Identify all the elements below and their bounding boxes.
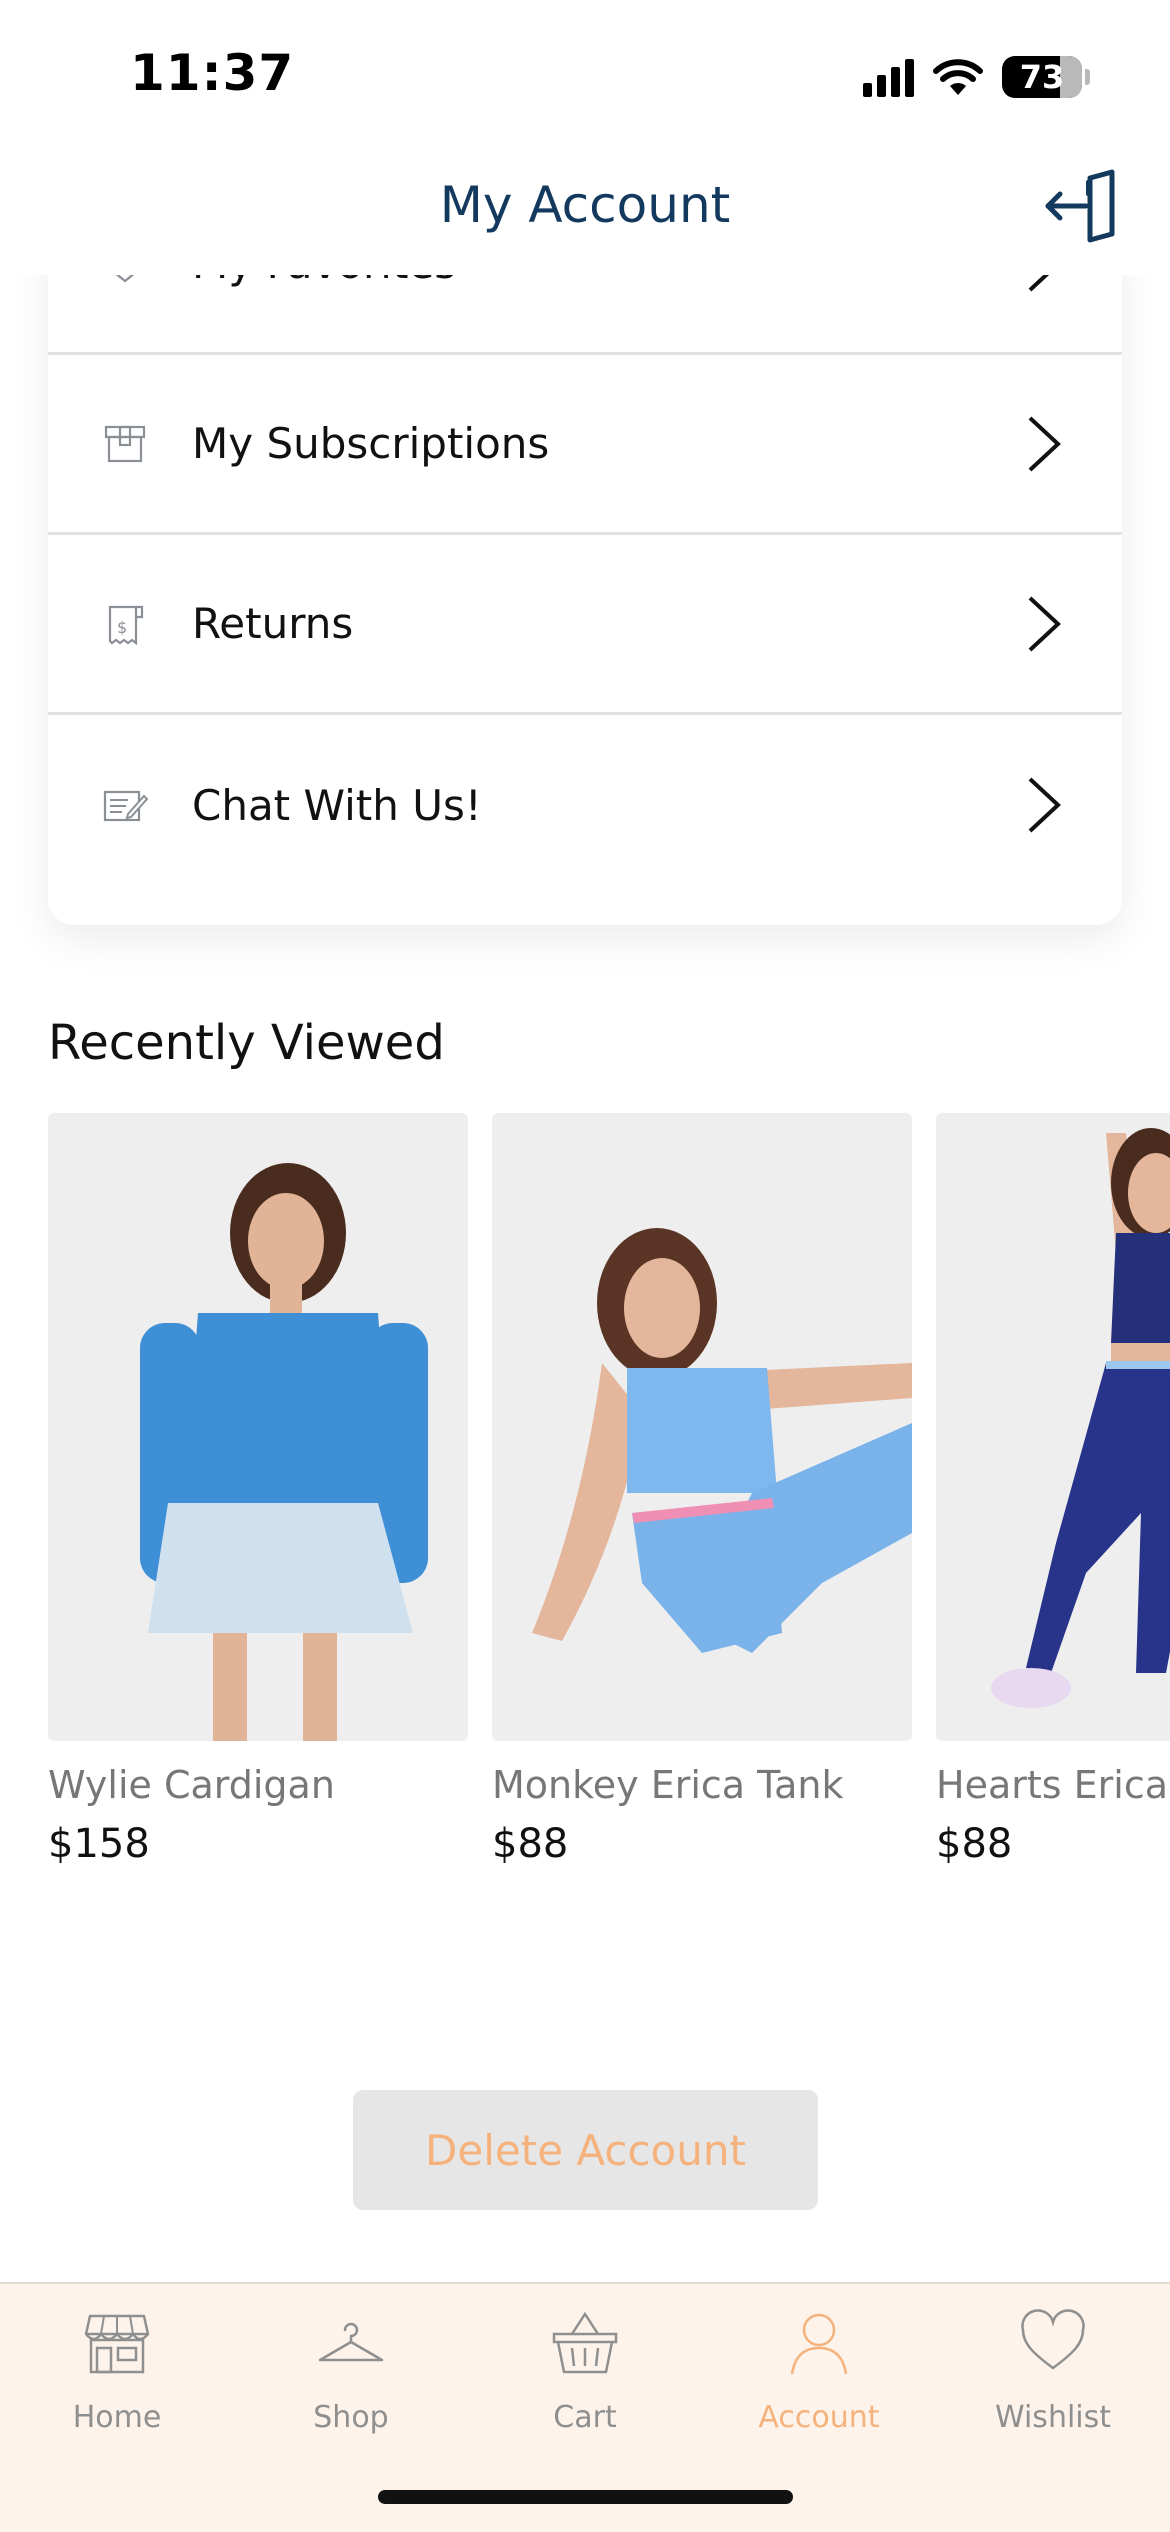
tab-label: Shop xyxy=(313,2400,389,2435)
basket-icon xyxy=(552,2311,618,2374)
delete-account-button[interactable]: Delete Account xyxy=(353,2090,818,2210)
battery-level: 73 xyxy=(1019,58,1065,96)
product-price: $158 xyxy=(48,1821,150,1867)
chevron-right-icon xyxy=(1028,416,1061,471)
heart-icon xyxy=(1021,2309,1085,2370)
nav-header: My Account xyxy=(0,140,1170,275)
product-name[interactable]: Hearts Erica Tank xyxy=(936,1763,1170,1807)
hanger-icon xyxy=(318,2322,384,2362)
menu-item-subscriptions[interactable]: My Subscriptions xyxy=(48,355,1122,535)
receipt-icon: $ xyxy=(108,605,144,645)
product-image[interactable] xyxy=(48,1113,468,1741)
storefront-icon xyxy=(84,2314,150,2374)
product-price: $88 xyxy=(936,1821,1013,1867)
tab-shop[interactable]: Shop xyxy=(234,2308,468,2435)
account-menu: My Favorites My Subscriptions $ Returns xyxy=(48,240,1122,925)
box-icon xyxy=(104,425,146,462)
product-price: $88 xyxy=(492,1821,569,1867)
product-name[interactable]: Wylie Cardigan xyxy=(48,1763,468,1807)
menu-item-returns[interactable]: $ Returns xyxy=(48,535,1122,715)
status-icons: 73 xyxy=(863,52,1090,102)
chevron-right-icon xyxy=(1028,777,1061,833)
edit-note-icon xyxy=(103,790,148,822)
product-card[interactable]: Monkey Erica Tank $88 xyxy=(492,1113,912,1867)
tab-label: Account xyxy=(758,2400,880,2435)
battery-icon: 73 xyxy=(1002,56,1082,98)
product-image[interactable] xyxy=(936,1113,1170,1741)
product-name[interactable]: Monkey Erica Tank xyxy=(492,1763,912,1807)
product-image[interactable] xyxy=(492,1113,912,1741)
svg-text:$: $ xyxy=(117,618,127,637)
recently-viewed-title: Recently Viewed xyxy=(48,1015,445,1071)
tab-account[interactable]: Account xyxy=(702,2308,936,2435)
home-indicator xyxy=(378,2490,793,2504)
page-title: My Account xyxy=(439,176,731,234)
person-icon xyxy=(790,2313,848,2375)
logout-icon[interactable] xyxy=(1042,168,1122,248)
chevron-right-icon xyxy=(1028,596,1061,651)
product-card[interactable]: Hearts Erica Tank $88 xyxy=(936,1113,1170,1867)
cellular-signal-icon xyxy=(863,57,914,97)
tab-wishlist[interactable]: Wishlist xyxy=(936,2308,1170,2435)
tab-label: Home xyxy=(72,2400,162,2435)
menu-item-label: Returns xyxy=(192,599,354,648)
status-bar: 11:37 73 xyxy=(0,0,1170,140)
menu-item-label: My Subscriptions xyxy=(192,419,550,468)
wifi-icon xyxy=(933,59,983,95)
tab-home[interactable]: Home xyxy=(0,2308,234,2435)
tab-label: Wishlist xyxy=(994,2400,1112,2435)
recently-viewed-carousel[interactable]: Wylie Cardigan $158 Monkey Erica Tank $8… xyxy=(48,1113,1170,1893)
menu-item-chat[interactable]: Chat With Us! xyxy=(48,715,1122,895)
tab-cart[interactable]: Cart xyxy=(468,2308,702,2435)
menu-item-label: Chat With Us! xyxy=(192,780,482,830)
status-time: 11:37 xyxy=(130,44,295,102)
product-card[interactable]: Wylie Cardigan $158 xyxy=(48,1113,468,1867)
tab-label: Cart xyxy=(553,2400,617,2435)
